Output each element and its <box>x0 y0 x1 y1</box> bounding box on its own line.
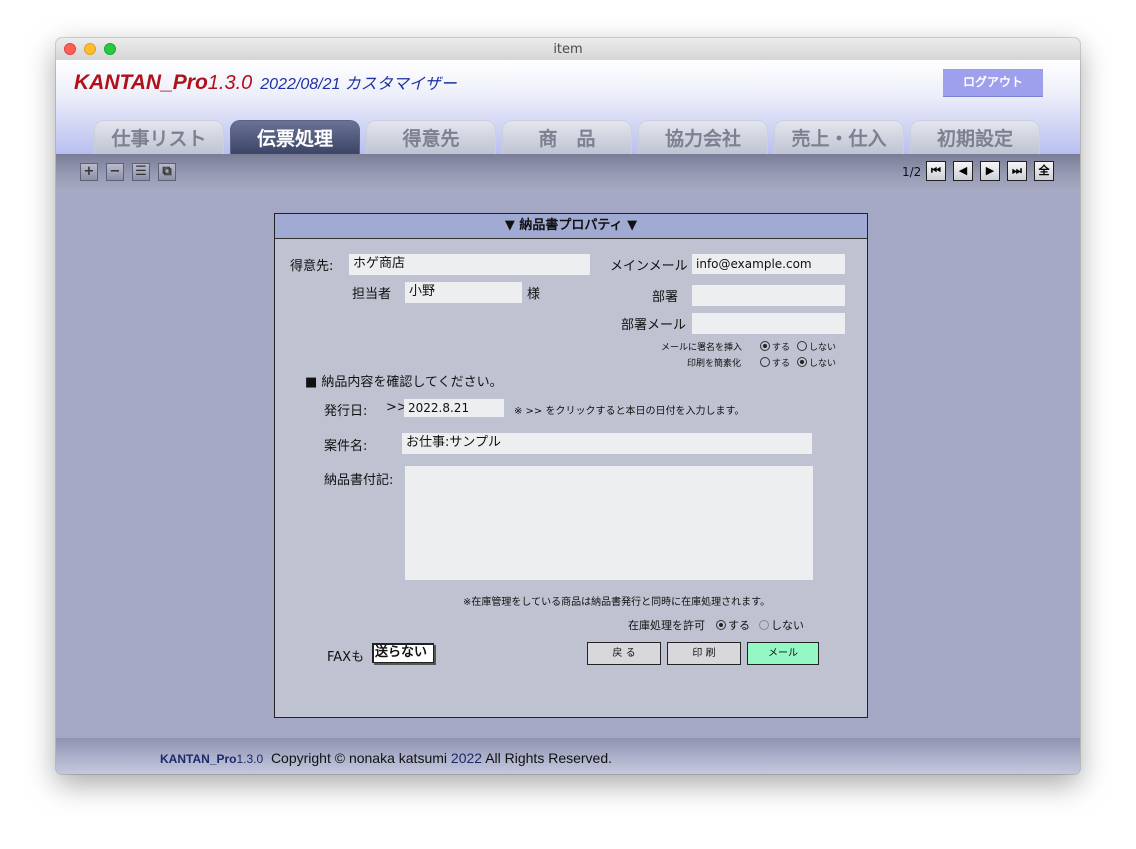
job-name-field[interactable]: お仕事:サンプル <box>402 433 812 454</box>
first-record-icon[interactable]: ⏮ <box>926 161 946 181</box>
contact-label: 担当者 <box>352 287 392 302</box>
footer-rights: All Rights Reserved. <box>485 750 613 766</box>
radio-checked-icon <box>797 357 807 367</box>
back-button[interactable]: 戻 る <box>587 642 661 665</box>
confirm-heading: ■ 納品内容を確認してください。 <box>305 375 503 390</box>
date-note: ※ >> をクリックすると本日の日付を入力します。 <box>514 406 745 417</box>
main-email-field[interactable]: info@example.com <box>692 254 845 274</box>
show-all-button[interactable]: 全 <box>1034 161 1054 181</box>
list-view-icon[interactable]: ☰ <box>132 163 150 181</box>
fax-label: FAXも <box>327 650 365 665</box>
inventory-label: 在庫処理を許可 <box>628 619 705 632</box>
fax-toggle-button[interactable]: 送らない <box>372 643 434 663</box>
app-window: item KANTAN_Pro1.3.0 2022/08/21 カスタマイザー ロ… <box>56 38 1080 774</box>
simple-print-label: 印刷を簡素化 <box>687 359 742 369</box>
footer-text: KANTAN_Pro1.3.0 Copyright © nonaka katsu… <box>160 750 612 766</box>
footer-app-version: 1.3.0 <box>236 752 264 766</box>
honorific-label: 様 <box>527 287 541 302</box>
tab-partners[interactable]: 協力会社 <box>638 120 768 154</box>
contact-field[interactable]: 小野 <box>405 282 522 303</box>
app-header: KANTAN_Pro1.3.0 2022/08/21 カスタマイザー ログアウト … <box>56 60 1080 154</box>
notes-label: 納品書付記: <box>324 473 394 488</box>
app-name: KANTAN_Pro <box>74 71 208 94</box>
inventory-note: ※在庫管理をしている商品は納品書発行と同時に在庫処理されます。 <box>463 597 771 608</box>
issue-date-label: 発行日: <box>324 404 368 419</box>
next-record-icon[interactable]: ▶ <box>980 161 1000 181</box>
record-position: 1/2 <box>902 165 922 179</box>
simple-print-no-option[interactable]: しない <box>797 356 836 369</box>
tab-customers[interactable]: 得意先 <box>366 120 496 154</box>
add-record-icon[interactable]: + <box>80 163 98 181</box>
dept-email-label: 部署メール <box>621 318 687 333</box>
tab-job-list[interactable]: 仕事リスト <box>94 120 224 154</box>
signature-label: メールに署名を挿入 <box>661 343 743 353</box>
notes-textarea[interactable] <box>405 466 813 580</box>
last-record-icon[interactable]: ⏭ <box>1007 161 1027 181</box>
signature-no-option[interactable]: しない <box>797 340 836 353</box>
issue-date-field[interactable]: 2022.8.21 <box>404 399 504 417</box>
radio-checked-icon <box>716 620 726 630</box>
toolbar: + − ☰ ⧉ 1/2 ⏮ ◀ ▶ ⏭ 全 <box>56 154 1080 192</box>
duplicate-record-icon[interactable]: ⧉ <box>158 163 176 181</box>
simple-print-yes-option[interactable]: する <box>760 356 790 369</box>
radio-checked-icon <box>760 341 770 351</box>
inventory-yes-label: する <box>728 619 750 632</box>
footer-copyright: Copyright © nonaka katsumi <box>270 750 448 766</box>
tab-products[interactable]: 商 品 <box>502 120 632 154</box>
delivery-note-panel: ▼ 納品書プロパティ ▼ 得意先: ホゲ商店 担当者 小野 様 メインメール i… <box>274 213 868 718</box>
inventory-yes-option[interactable]: する <box>716 617 750 633</box>
radio-unchecked-icon <box>797 341 807 351</box>
radio-unchecked-icon <box>760 357 770 367</box>
footer-app-name: KANTAN_Pro <box>160 752 237 766</box>
simple-print-yes-label: する <box>772 359 791 369</box>
app-subtitle: 2022/08/21 カスタマイザー <box>260 76 457 93</box>
signature-yes-option[interactable]: する <box>760 340 790 353</box>
app-version: 1.3.0 <box>207 72 253 94</box>
tab-sales-purchases[interactable]: 売上・仕入 <box>774 120 904 154</box>
footer-year: 2022 <box>450 750 483 766</box>
job-name-label: 案件名: <box>324 439 368 454</box>
title-bar: item <box>56 38 1080 61</box>
department-field[interactable] <box>692 285 845 306</box>
dept-email-field[interactable] <box>692 313 845 334</box>
prev-record-icon[interactable]: ◀ <box>953 161 973 181</box>
radio-unchecked-icon <box>759 620 769 630</box>
signature-yes-label: する <box>772 343 791 353</box>
department-label: 部署 <box>652 290 679 305</box>
inventory-no-option[interactable]: しない <box>759 617 804 633</box>
signature-no-label: しない <box>809 343 837 353</box>
customer-label: 得意先: <box>290 259 334 274</box>
main-email-label: メインメール <box>610 259 688 274</box>
inventory-no-label: しない <box>771 619 804 632</box>
delete-record-icon[interactable]: − <box>106 163 124 181</box>
panel-heading: ▼ 納品書プロパティ ▼ <box>275 214 867 239</box>
tab-slip-processing[interactable]: 伝票処理 <box>230 120 360 154</box>
logout-button[interactable]: ログアウト <box>943 69 1043 96</box>
print-button[interactable]: 印 刷 <box>667 642 741 665</box>
customer-field[interactable]: ホゲ商店 <box>349 254 590 275</box>
window-title: item <box>553 42 583 57</box>
simple-print-no-label: しない <box>809 359 837 369</box>
tab-initial-settings[interactable]: 初期設定 <box>910 120 1040 154</box>
footer: KANTAN_Pro1.3.0 Copyright © nonaka katsu… <box>56 738 1080 774</box>
app-title: KANTAN_Pro1.3.0 2022/08/21 カスタマイザー <box>74 70 457 95</box>
mail-button[interactable]: メール <box>747 642 819 665</box>
